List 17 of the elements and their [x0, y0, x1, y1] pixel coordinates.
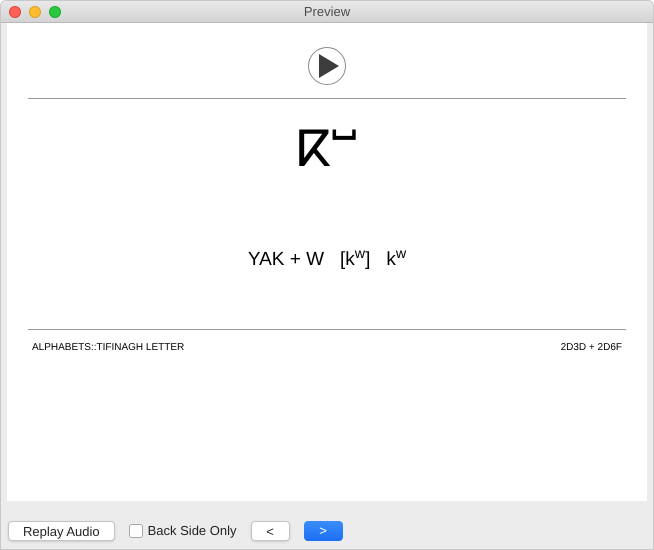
close-button[interactable] — [9, 6, 21, 18]
play-icon — [318, 54, 338, 78]
transliteration-text: [k$^{w}$] — [340, 246, 370, 272]
previous-button[interactable]: < — [250, 521, 290, 541]
play-button[interactable] — [308, 47, 346, 85]
back-side-only-label: Back Side Only — [148, 522, 236, 540]
next-button[interactable]: > — [304, 521, 342, 541]
minimize-button[interactable] — [29, 6, 41, 18]
deck-name: ALPHABETS::TIFINAGH LETTER — [32, 340, 184, 354]
codepoints-text: 2D3D + 2D6F — [560, 340, 622, 354]
back-side-only-checkbox[interactable] — [128, 524, 143, 538]
transliteration-text: YAK + W — [248, 248, 324, 272]
window-title: Preview — [304, 2, 350, 21]
zoom-button[interactable] — [49, 6, 61, 18]
transliteration-text: k$^{w}$ — [386, 246, 406, 272]
tifinagh-glyph: ⴽⵯ — [296, 119, 357, 179]
replay-audio-button[interactable]: Replay Audio — [8, 521, 115, 541]
